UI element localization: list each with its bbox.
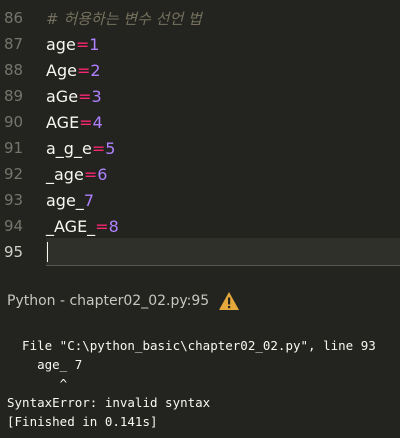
code-line-87[interactable]: 87 age = 1 <box>0 31 400 57</box>
code-line-89[interactable]: 89 aGe = 3 <box>0 83 400 109</box>
build-output-panel[interactable]: File "C:\python_basic\chapter02_02.py", … <box>0 326 400 438</box>
code-statement: aGe = 3 <box>46 83 102 109</box>
assign-operator: = <box>95 216 109 236</box>
output-panel-header: Python - chapter02_02.py:95 <box>0 282 400 320</box>
assign-operator: = <box>78 86 92 106</box>
assign-operator: = <box>83 164 98 184</box>
code-statement: AGE = 4 <box>46 109 103 135</box>
line-number: 87 <box>4 35 24 53</box>
code-line-94[interactable]: 94 _AGE_ = 8 <box>0 213 400 239</box>
number-literal: 1 <box>89 34 100 54</box>
output-line: age_ 7 <box>7 356 83 372</box>
assign-operator: = <box>91 138 106 158</box>
code-line-95[interactable]: 95 <box>0 239 400 265</box>
variable-name: age_ <box>46 190 84 210</box>
code-line-86[interactable]: 86 # 허용하는 변수 선언 법 <box>0 5 400 31</box>
number-literal: 4 <box>92 112 103 132</box>
variable-name: AGE <box>46 112 80 132</box>
code-editor[interactable]: 86 # 허용하는 변수 선언 법 87 age = 1 88 Age = 2 … <box>0 0 400 270</box>
line-number: 86 <box>4 9 24 27</box>
output-line: ^ <box>7 375 68 391</box>
number-literal: 2 <box>90 60 101 80</box>
output-line: File "C:\python_basic\chapter02_02.py", … <box>7 337 376 353</box>
warning-icon <box>219 292 240 310</box>
line-number: 91 <box>4 139 24 157</box>
code-statement: age_ 7 <box>46 187 94 213</box>
number-literal: 8 <box>108 216 119 236</box>
variable-name: a_g_e <box>46 138 92 158</box>
code-statement: _age = 6 <box>46 161 107 187</box>
code-comment: # 허용하는 변수 선언 법 <box>46 9 202 28</box>
code-statement: _AGE_ = 8 <box>46 213 119 239</box>
variable-name: Age <box>46 60 77 80</box>
code-line-90[interactable]: 90 AGE = 4 <box>0 109 400 135</box>
line-number: 88 <box>4 61 24 79</box>
number-literal: 3 <box>91 86 102 106</box>
output-line: SyntaxError: invalid syntax <box>7 394 211 410</box>
panel-title: Python - chapter02_02.py:95 <box>7 293 210 309</box>
variable-name: _AGE_ <box>46 216 96 236</box>
number-literal: 7 <box>83 190 94 210</box>
code-line-93[interactable]: 93 age_ 7 <box>0 187 400 213</box>
number-literal: 5 <box>105 138 116 158</box>
sublime-window: 86 # 허용하는 변수 선언 법 87 age = 1 88 Age = 2 … <box>0 0 400 438</box>
code-statement: Age = 2 <box>46 57 101 83</box>
code-statement: age = 1 <box>46 31 99 57</box>
line-number: 89 <box>4 87 24 105</box>
code-line-91[interactable]: 91 a_g_e = 5 <box>0 135 400 161</box>
line-number: 93 <box>4 191 24 209</box>
line-number: 92 <box>4 165 24 183</box>
assign-operator: = <box>79 112 93 132</box>
variable-name: _age <box>46 164 84 184</box>
code-statement: a_g_e = 5 <box>46 135 115 161</box>
assign-operator: = <box>75 34 90 54</box>
output-line: [Finished in 0.141s] <box>7 413 158 429</box>
line-number: 94 <box>4 217 24 235</box>
assign-operator: = <box>76 60 91 80</box>
code-line-88[interactable]: 88 Age = 2 <box>0 57 400 83</box>
variable-name: aGe <box>46 86 79 106</box>
line-number: 90 <box>4 113 24 131</box>
variable-name: age <box>46 34 76 54</box>
code-line-92[interactable]: 92 _age = 6 <box>0 161 400 187</box>
number-literal: 6 <box>97 164 108 184</box>
line-number: 95 <box>4 243 24 261</box>
